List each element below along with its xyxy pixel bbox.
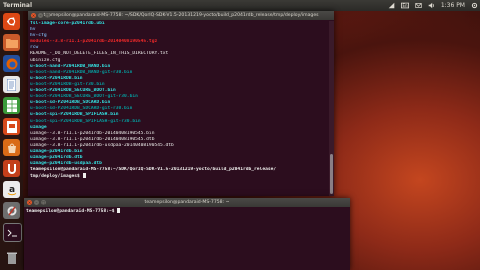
terminal-line-text: u-boot-spi-P2041RDB_SPIFLASH.bin	[30, 112, 119, 118]
terminal-line-text: hv	[30, 27, 36, 33]
terminal-line: tmp/deploy/images$	[30, 173, 328, 179]
terminal-line-text: modules--3.8-r11.1-p2041rdb-201404081905…	[30, 39, 158, 45]
terminal-line-text: u-boot-nand-P2041RDB_NAND-git-r30.bin	[30, 69, 133, 75]
terminal-window-second[interactable]: × – □ teamepsilon@pandaraid-MS-7758: ~ t…	[24, 198, 350, 270]
svg-text:a: a	[8, 185, 14, 195]
amazon-icon[interactable]: a	[3, 181, 20, 198]
mail-icon[interactable]	[415, 2, 422, 9]
terminal-line-text: u-boot-sd-P2041RDB_SDCARD-git-r30.bin	[30, 106, 133, 112]
terminal-line-text: teamepsilon@pandaraid-MS-7758:~$	[26, 209, 118, 214]
terminal-main-output[interactable]: fsl-image-core-p2041rdb.ubi hv hv-cfg modul…	[30, 21, 328, 196]
trash-icon[interactable]	[3, 249, 20, 266]
terminal-line-text: teamepsilon@pandaraid-MS-7758:~/SDK/QorI…	[30, 167, 277, 173]
terminal-line-text: u-boot-P2041RDB_SECURE_BOOT.bin	[30, 88, 116, 94]
ubuntu-one-icon[interactable]	[3, 160, 20, 177]
terminal-line-text: u-boot-spi-P2041RDB_SPIFLASH-git-r30.bin	[30, 118, 141, 124]
top-panel: Terminal En 1:36 PM	[0, 0, 480, 11]
terminal-line-text: uImage-p2041rdb.bin	[30, 148, 83, 154]
terminal-main-titlebar[interactable]: × – □ teamepsilon@pandaraid-MS-7758: ~/S…	[28, 11, 334, 20]
terminal-line-text: u-boot-sd-P2041RDB_SDCARD.bin	[30, 100, 111, 106]
terminal-line-text: ubinize.cfg	[30, 57, 61, 63]
terminal-second-output[interactable]: teamepsilon@pandaraid-MS-7758:~$	[26, 208, 344, 270]
terminal-line-text: hv-cfg	[30, 33, 47, 39]
terminal-line-text: tmp/deploy/images$	[30, 174, 83, 180]
software-center-icon[interactable]	[3, 139, 20, 156]
terminal-window-main[interactable]: × – □ teamepsilon@pandaraid-MS-7758: ~/S…	[28, 11, 334, 196]
terminal-icon[interactable]	[3, 223, 22, 242]
clock[interactable]: 1:36 PM	[441, 0, 465, 11]
terminal-line-text: uImage--3.8-r11.1-p2041rdb-2014040819054…	[30, 136, 155, 142]
terminal-second-title: teamepsilon@pandaraid-MS-7758: ~	[144, 200, 230, 205]
terminal-line-text: u-boot-P2041RDB_SECURE_BOOT-git-r30.bin	[30, 94, 138, 100]
presentation-icon[interactable]	[3, 118, 20, 135]
terminal-line-text: uImage	[30, 124, 47, 130]
system-tray: En 1:36 PM	[388, 0, 478, 11]
keyboard-icon[interactable]: En	[400, 2, 409, 9]
minimize-icon[interactable]: –	[38, 13, 43, 18]
svg-text:En: En	[402, 3, 408, 8]
scrollbar-thumb[interactable]	[330, 154, 333, 194]
firefox-icon[interactable]	[3, 55, 20, 72]
maximize-icon[interactable]: □	[45, 13, 50, 18]
launcher: a	[0, 11, 23, 270]
active-window-title: Terminal	[3, 2, 33, 9]
folder-icon[interactable]	[3, 34, 20, 51]
terminal-line-text: u-boot-P2041RDB.bin	[30, 75, 83, 81]
terminal-line-text: uImage--3.8-r11.1-p2041rdb-2014040819054…	[30, 130, 155, 136]
ubuntu-logo-icon[interactable]	[3, 13, 20, 30]
terminal-main-title: teamepsilon@pandaraid-MS-7758: ~/SDK/Qor…	[43, 13, 319, 18]
settings-gear-icon[interactable]	[471, 2, 478, 9]
terminal-line-text: uImage-p2041rdb-usdpaa.dtb	[30, 161, 102, 167]
terminal-line-text: u-boot-P2041RDB-git-r30.bin	[30, 81, 105, 87]
spreadsheet-icon[interactable]	[3, 97, 20, 114]
text-cursor	[117, 208, 121, 213]
terminal-line-text: uImage--3.8-r11.1-p2041rdb-usdpaa-201404…	[30, 142, 174, 148]
close-icon[interactable]: ×	[31, 13, 36, 18]
terminal-main-scrollbar[interactable]	[329, 21, 334, 196]
maximize-icon[interactable]: □	[41, 200, 46, 205]
text-cursor	[82, 173, 86, 179]
terminal-line-text: fsl-image-core-p2041rdb.ubi	[30, 21, 105, 26]
document-icon[interactable]	[3, 76, 20, 93]
minimize-icon[interactable]: –	[34, 200, 39, 205]
terminal-line-text: rcw	[30, 45, 39, 51]
terminal-line-text: u-boot-nand-P2041RDB_NAND.bin	[30, 63, 111, 69]
network-icon[interactable]	[388, 2, 395, 9]
terminal-line: teamepsilon@pandaraid-MS-7758:~$	[26, 208, 344, 214]
terminal-second-titlebar[interactable]: × – □ teamepsilon@pandaraid-MS-7758: ~	[24, 198, 350, 207]
terminal-line-text: uImage-p2041rdb.dtb	[30, 155, 83, 161]
terminal-line-text: README_-_DO_NOT_DELETE_FILES_IN_THIS_DIR…	[30, 51, 169, 57]
close-icon[interactable]: ×	[27, 200, 32, 205]
volume-icon[interactable]	[428, 2, 435, 9]
system-settings-icon[interactable]	[3, 202, 20, 219]
